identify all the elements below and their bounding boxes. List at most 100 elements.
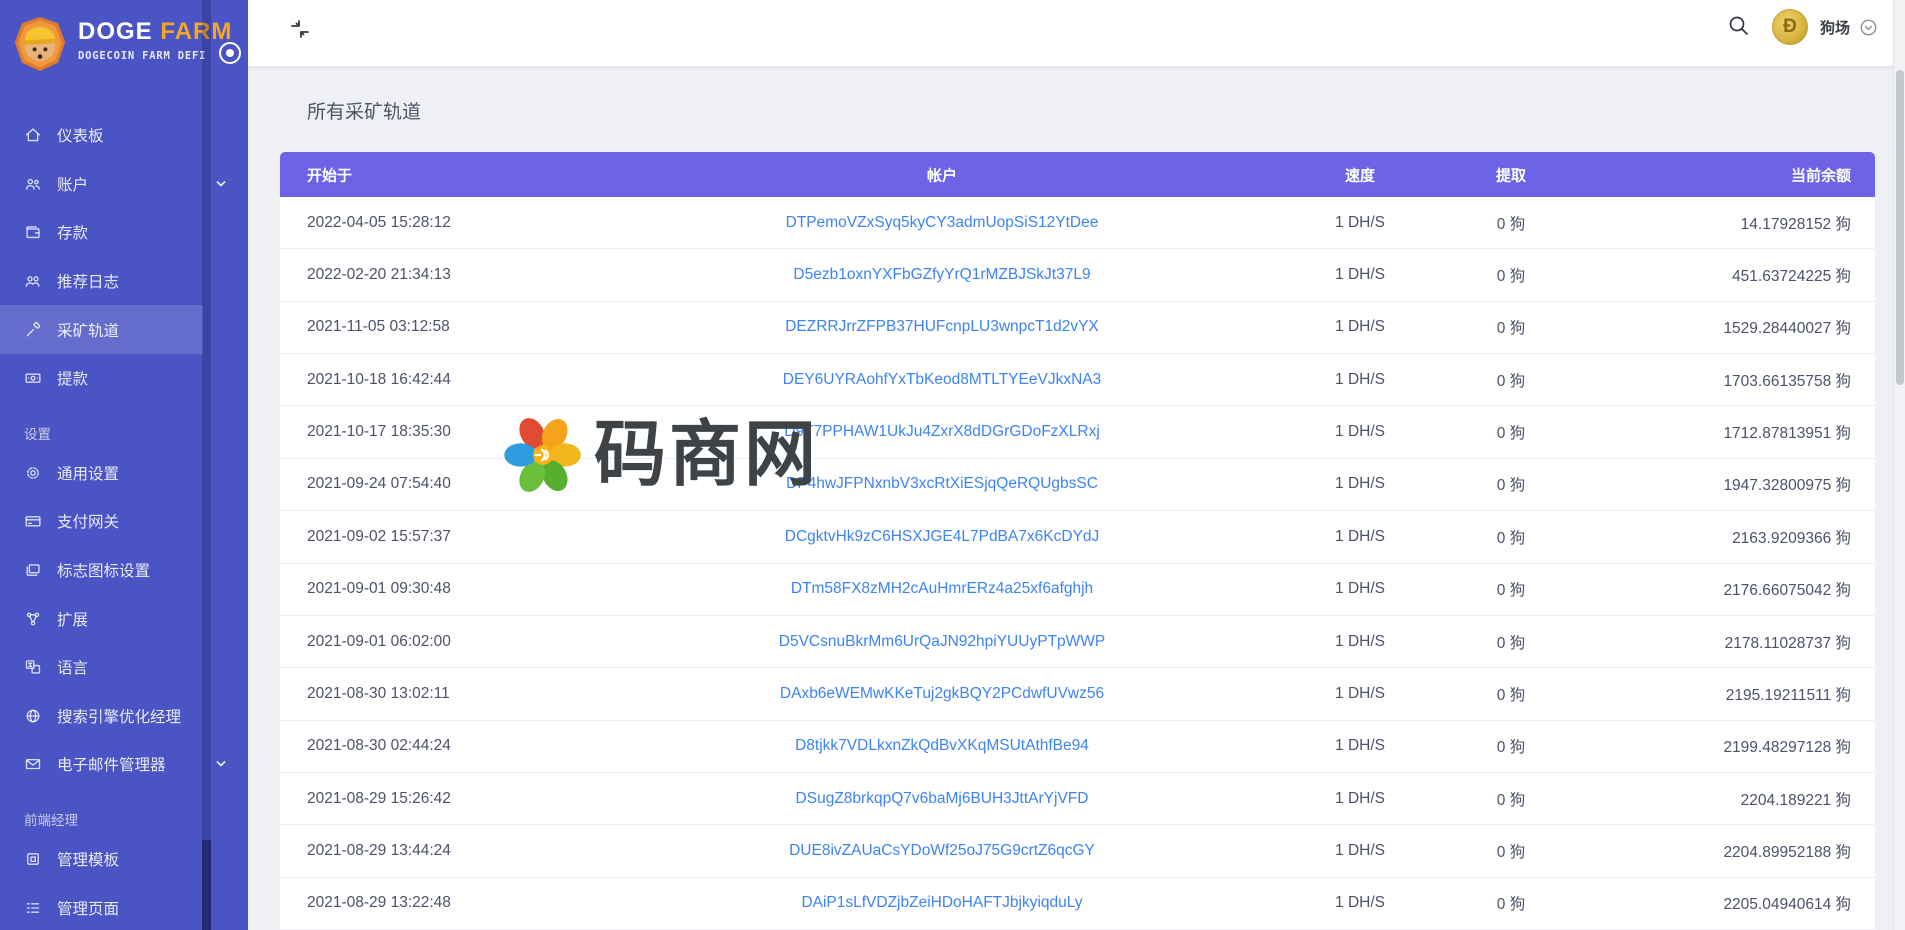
balance-value: 2199.48297128 狗	[1723, 735, 1851, 757]
table-row: 2021-09-01 06:02:00 D5VCsnuBkrMm6UrQaJN92…	[280, 616, 1875, 668]
table-row: 2021-08-30 02:44:24 D8tjkk7VDLkxnZkQdBvXK…	[280, 721, 1875, 773]
table-row: 2022-02-20 21:34:13D5ezb1oxnYXFbGZfyYrQ1…	[280, 249, 1875, 301]
withdrawn-value: 0 狗	[1497, 264, 1525, 286]
language-icon	[24, 658, 42, 676]
account-link[interactable]: D8tjkk7VDLkxnZkQdBvXKqMSUtAthfBe94	[795, 737, 1089, 755]
wallet-icon	[24, 223, 42, 241]
sidebar-item-label: 管理页面	[57, 897, 119, 919]
col-started: 开始于	[307, 164, 352, 185]
speed-value: 1 DH/S	[1335, 475, 1385, 493]
table-row: 2021-09-01 09:30:48 DTm58FX8zMH2cAuHmrERz…	[280, 564, 1875, 616]
started-at: 2021-08-29 13:44:24	[307, 842, 451, 860]
referral-icon	[24, 272, 42, 290]
page-scrollbar-thumb[interactable]	[1896, 70, 1904, 385]
account-link[interactable]: DTm58FX8zMH2cAuHmrERz4a25xf6afghjh	[791, 580, 1093, 598]
gear-icon	[24, 464, 42, 482]
account-link[interactable]: DAxb6eWEMwKKeTuj2gkBQY2PCdwfUVwz56	[780, 685, 1104, 703]
mining-tracks-table: 开始于 帐户 速度 提取 当前余额 2022-04-05 15:28:12 DTPemoV…	[280, 152, 1875, 930]
account-link[interactable]: DP4hwJFPNxnbV3xcRtXiESjqQeRQUgbsSC	[786, 475, 1098, 493]
table-row: 2021-08-29 13:22:48DAiP1sLfVDZjbZeiHDoHA…	[280, 878, 1875, 930]
account-link[interactable]: D5ezb1oxnYXFbGZfyYrQ1rMZBJSkJt37L9	[793, 266, 1090, 284]
withdrawn-value: 0 狗	[1497, 369, 1525, 391]
pages-icon	[24, 899, 42, 917]
table-row: 2021-09-02 15:57:37 DCgktvHk9zC6HSXJGE4L7…	[280, 511, 1875, 563]
app-logo[interactable]: DOGE FARM DOGECOIN FARM DEFI	[13, 15, 232, 73]
withdrawn-value: 0 狗	[1497, 421, 1525, 443]
account-link[interactable]: DEZRRJrrZFPB37HUFcnpLU3wnpcT1d2vYX	[785, 318, 1099, 336]
banknote-icon	[24, 369, 42, 387]
withdrawn-value: 0 狗	[1497, 683, 1525, 705]
started-at: 2021-09-01 06:02:00	[307, 633, 451, 651]
speed-value: 1 DH/S	[1335, 737, 1385, 755]
speed-value: 1 DH/S	[1335, 790, 1385, 808]
table-header-row: 开始于 帐户 速度 提取 当前余额	[280, 152, 1875, 197]
chevron-down-icon	[215, 178, 227, 190]
sidebar-scrollbar-thumb[interactable]	[202, 840, 211, 930]
started-at: 2021-09-02 15:57:37	[307, 528, 451, 546]
started-at: 2021-08-29 15:26:42	[307, 790, 451, 808]
withdrawn-value: 0 狗	[1497, 473, 1525, 495]
speed-value: 1 DH/S	[1335, 423, 1385, 441]
balance-value: 1712.87813951 狗	[1723, 421, 1851, 443]
started-at: 2022-04-05 15:28:12	[307, 214, 451, 232]
balance-value: 2176.66075042 狗	[1723, 578, 1851, 600]
users-icon	[24, 175, 42, 193]
sidebar-item-mining-tracks[interactable]: 采矿轨道	[0, 305, 203, 354]
col-account: 帐户	[927, 164, 957, 185]
search-icon[interactable]	[1727, 14, 1750, 37]
sidebar-item-label: 电子邮件管理器	[57, 753, 166, 775]
account-link[interactable]: DCgktvHk9zC6HSXJGE4L7PdBA7x6KcDYdJ	[785, 528, 1099, 546]
sidebar-item-label: 仪表板	[57, 124, 104, 146]
account-link[interactable]: DUE8ivZAUaCsYDoWf25oJ75G9crtZ6qcGY	[789, 842, 1095, 860]
menu-collapse-icon[interactable]	[289, 18, 311, 40]
template-icon	[24, 850, 42, 868]
table-row: 2021-08-30 13:02:11 DAxb6eWEMwKKeTuj2gkBQ…	[280, 668, 1875, 720]
sidebar-item-label: 扩展	[57, 608, 88, 630]
col-withdrawn: 提取	[1496, 164, 1526, 185]
speed-value: 1 DH/S	[1335, 633, 1385, 651]
balance-value: 2204.189221 狗	[1741, 788, 1851, 810]
balance-value: 2163.9209366 狗	[1732, 526, 1851, 548]
started-at: 2021-08-30 02:44:24	[307, 737, 451, 755]
nodes-icon	[24, 610, 42, 628]
speed-value: 1 DH/S	[1335, 894, 1385, 912]
balance-value: 1529.28440027 狗	[1723, 316, 1851, 338]
sidebar-scrollbar[interactable]	[202, 0, 211, 930]
user-menu[interactable]: Ð 狗场	[1772, 7, 1877, 47]
withdrawn-value: 0 狗	[1497, 526, 1525, 548]
balance-value: 451.63724225 狗	[1732, 264, 1851, 286]
account-link[interactable]: DTPemoVZxSyq5kyCY3admUopSiS12YtDee	[786, 214, 1099, 232]
account-link[interactable]: DAiP1sLfVDZjbZeiHDoHAFTJbjkyiqduLy	[801, 894, 1082, 912]
globe-icon	[24, 707, 42, 725]
speed-value: 1 DH/S	[1335, 318, 1385, 336]
balance-value: 1947.32800975 狗	[1723, 473, 1851, 495]
account-link[interactable]: DEY6UYRAohfYxTbKeod8MTLTYEeVJkxNA3	[783, 371, 1101, 389]
withdrawn-value: 0 狗	[1497, 212, 1525, 234]
page-title: 所有采矿轨道	[307, 97, 421, 124]
images-icon	[24, 561, 42, 579]
started-at: 2021-10-17 18:35:30	[307, 423, 451, 441]
speed-value: 1 DH/S	[1335, 371, 1385, 389]
sidebar-item-label: 支付网关	[57, 510, 119, 532]
account-link[interactable]: D9T7PPHAW1UkJu4ZxrX8dDGrGDoFzXLRxj	[784, 423, 1100, 441]
col-current-balance: 当前余额	[1791, 164, 1851, 185]
sidebar-item-label: 搜索引擎优化经理	[57, 705, 181, 727]
table-row: 2021-08-29 13:44:24 DUE8ivZAUaCsYDoWf25oJ…	[280, 825, 1875, 877]
started-at: 2021-09-01 09:30:48	[307, 580, 451, 598]
started-at: 2021-08-30 13:02:11	[307, 685, 450, 703]
speed-value: 1 DH/S	[1335, 266, 1385, 284]
withdrawn-value: 0 狗	[1497, 892, 1525, 914]
table-row: 2021-11-05 03:12:58 DEZRRJrrZFPB37HUFcnpL…	[280, 302, 1875, 354]
sidebar-item-label: 提款	[57, 367, 88, 389]
account-link[interactable]: D5VCsnuBkrMm6UrQaJN92hpiYUUyPTpWWP	[779, 633, 1105, 651]
sidebar-item-label: 推荐日志	[57, 270, 119, 292]
sidebar-pin-toggle[interactable]	[219, 42, 241, 64]
page-scrollbar[interactable]	[1893, 0, 1905, 930]
sidebar-item-label: 通用设置	[57, 462, 119, 484]
started-at: 2021-11-05 03:12:58	[307, 318, 450, 336]
account-link[interactable]: DSugZ8brkqpQ7v6baMj6BUH3JttArYjVFD	[796, 790, 1089, 808]
balance-value: 2204.89952188 狗	[1723, 840, 1851, 862]
speed-value: 1 DH/S	[1335, 214, 1385, 232]
chevron-down-circle-icon	[1860, 19, 1877, 36]
col-speed: 速度	[1345, 164, 1375, 185]
